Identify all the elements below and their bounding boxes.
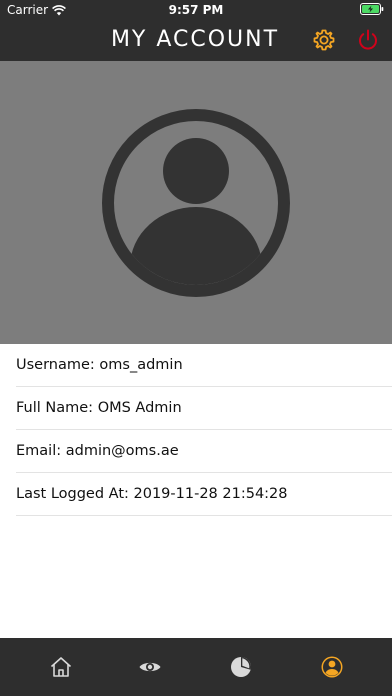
email-label: Email: xyxy=(16,443,66,459)
tab-reports[interactable] xyxy=(229,655,253,679)
last-logged-label: Last Logged At: xyxy=(16,486,134,502)
nav-bar: MY ACCOUNT xyxy=(0,20,392,61)
profile-header xyxy=(0,61,392,344)
top-bar: Carrier 9:57 PM MY ACCOUNT xyxy=(0,0,392,61)
screen: Carrier 9:57 PM MY ACCOUNT Username: oms… xyxy=(0,0,392,696)
email-row: Email: admin@oms.ae xyxy=(16,430,392,473)
gear-icon xyxy=(313,29,335,51)
tab-home[interactable] xyxy=(49,655,73,679)
last-logged-row: Last Logged At: 2019-11-28 21:54:28 xyxy=(16,473,392,516)
username-row: Username: oms_admin xyxy=(16,344,392,387)
pie-chart-icon xyxy=(231,657,251,677)
status-time: 9:57 PM xyxy=(168,3,224,17)
account-info-list: Username: oms_admin Full Name: OMS Admin… xyxy=(0,344,392,516)
avatar-icon xyxy=(102,109,290,297)
tab-account[interactable] xyxy=(320,655,344,679)
fullname-row: Full Name: OMS Admin xyxy=(16,387,392,430)
status-bar: Carrier 9:57 PM xyxy=(0,0,392,20)
email-value: admin@oms.ae xyxy=(65,443,179,459)
logout-button[interactable] xyxy=(355,27,381,53)
username-label: Username: xyxy=(16,357,100,373)
battery-icon xyxy=(360,3,384,15)
username-value: oms_admin xyxy=(99,357,183,373)
settings-button[interactable] xyxy=(311,27,337,53)
page-title: MY ACCOUNT xyxy=(110,27,280,52)
tab-views[interactable] xyxy=(138,655,162,679)
user-icon xyxy=(321,656,343,678)
fullname-value: OMS Admin xyxy=(97,400,182,416)
tab-bar xyxy=(0,638,392,696)
power-icon xyxy=(359,29,377,50)
eye-icon xyxy=(139,662,161,672)
home-icon xyxy=(50,657,72,677)
fullname-label: Full Name: xyxy=(16,400,98,416)
last-logged-value: 2019-11-28 21:54:28 xyxy=(133,486,288,502)
